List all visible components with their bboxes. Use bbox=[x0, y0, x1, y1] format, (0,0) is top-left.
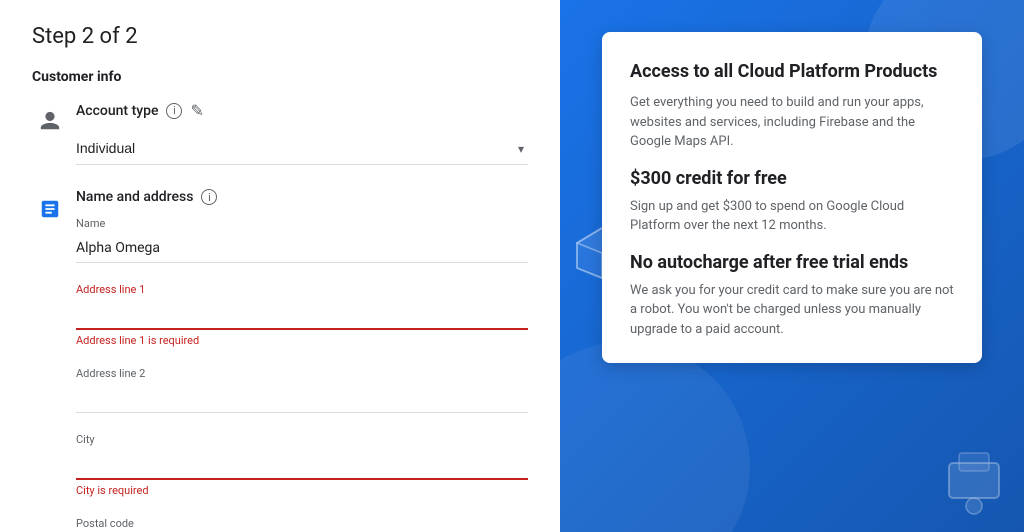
account-type-info-icon[interactable]: i bbox=[166, 103, 182, 119]
account-type-header: Account type i ✎ bbox=[76, 101, 528, 120]
postal-field-group: Postal code bbox=[76, 517, 512, 532]
postal-row: Postal code i bbox=[76, 517, 528, 532]
right-panel: Access to all Cloud Platform Products Ge… bbox=[560, 0, 1024, 532]
account-type-section: Account type i ✎ Individual Business ▾ bbox=[32, 101, 528, 181]
info-card-desc1: Get everything you need to build and run… bbox=[630, 93, 954, 152]
name-address-content: Name and address i Name Alpha Omega Addr… bbox=[68, 189, 528, 532]
info-card-title3: No autocharge after free trial ends bbox=[630, 252, 954, 273]
step-title: Step 2 of 2 bbox=[32, 24, 528, 49]
address2-field-group: Address line 2 bbox=[76, 367, 528, 413]
name-address-header: Name and address i bbox=[76, 189, 528, 205]
info-card: Access to all Cloud Platform Products Ge… bbox=[602, 32, 982, 363]
account-type-dropdown-wrapper: Individual Business ▾ bbox=[76, 132, 528, 165]
customer-info-label: Customer info bbox=[32, 69, 528, 85]
name-value: Alpha Omega bbox=[76, 234, 528, 263]
address2-label: Address line 2 bbox=[76, 367, 528, 380]
city-input[interactable] bbox=[76, 450, 528, 480]
address1-input[interactable] bbox=[76, 300, 528, 330]
name-address-section: Name and address i Name Alpha Omega Addr… bbox=[32, 189, 528, 532]
deco-shapes-bottom bbox=[934, 438, 1014, 522]
city-field-group: City City is required bbox=[76, 433, 528, 497]
info-card-desc2: Sign up and get $300 to spend on Google … bbox=[630, 197, 954, 236]
info-card-title2: $300 credit for free bbox=[630, 168, 954, 189]
city-label: City bbox=[76, 433, 528, 446]
address1-field-group: Address line 1 Address line 1 is require… bbox=[76, 283, 528, 347]
address1-label: Address line 1 bbox=[76, 283, 528, 296]
account-type-content: Account type i ✎ Individual Business ▾ bbox=[68, 101, 528, 181]
account-type-select[interactable]: Individual Business bbox=[76, 132, 528, 165]
postal-label: Postal code bbox=[76, 517, 512, 530]
info-card-desc3: We ask you for your credit card to make … bbox=[630, 281, 954, 340]
account-icon bbox=[32, 103, 68, 139]
city-error: City is required bbox=[76, 484, 528, 497]
name-address-info-icon[interactable]: i bbox=[201, 189, 217, 205]
address-icon bbox=[32, 191, 68, 227]
address1-error: Address line 1 is required bbox=[76, 334, 528, 347]
name-address-label: Name and address bbox=[76, 189, 193, 205]
address2-input[interactable] bbox=[76, 384, 528, 413]
account-type-edit-icon[interactable]: ✎ bbox=[190, 101, 203, 120]
name-field-group: Name Alpha Omega bbox=[76, 217, 528, 263]
left-panel: Step 2 of 2 Customer info Account type i… bbox=[0, 0, 560, 532]
name-label: Name bbox=[76, 217, 528, 230]
info-card-title1: Access to all Cloud Platform Products bbox=[630, 60, 954, 83]
account-type-label: Account type bbox=[76, 103, 158, 119]
